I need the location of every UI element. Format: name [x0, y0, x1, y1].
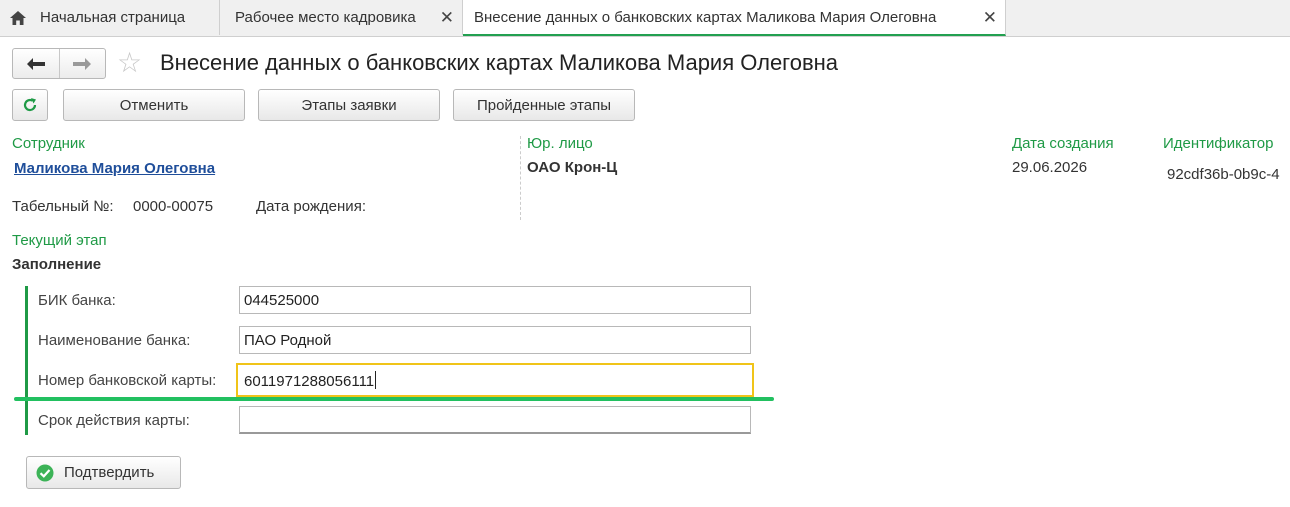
- created-date-label: Дата создания: [1012, 135, 1114, 152]
- nav-buttons: [12, 48, 106, 79]
- employee-link[interactable]: Маликова Мария Олеговна: [14, 160, 215, 177]
- tab-number-label: Табельный №:: [12, 198, 114, 215]
- close-icon[interactable]: ✕: [983, 8, 997, 28]
- tab-hr-workplace-label: Рабочее место кадровика: [235, 9, 416, 26]
- created-date-value: 29.06.2026: [1012, 159, 1088, 176]
- confirm-button[interactable]: Подтвердить: [26, 456, 181, 489]
- tab-home-label: Начальная страница: [40, 9, 186, 26]
- card-number-input[interactable]: 6011971288056111: [236, 363, 754, 397]
- cancel-button[interactable]: Отменить: [63, 89, 245, 121]
- bank-name-input[interactable]: ПАО Родной: [239, 326, 751, 354]
- tab-hr-workplace[interactable]: Рабочее место кадровика ✕: [221, 0, 463, 35]
- card-number-value: 6011971288056111: [244, 373, 375, 390]
- page-title: Внесение данных о банковских картах Мали…: [160, 50, 839, 75]
- employee-label: Сотрудник: [12, 135, 85, 152]
- birth-date-label: Дата рождения:: [256, 198, 366, 215]
- bank-name-label: Наименование банка:: [38, 332, 191, 349]
- expiry-label: Срок действия карты:: [38, 412, 190, 429]
- tab-bank-card-entry[interactable]: Внесение данных о банковских картах Мали…: [463, 0, 1006, 36]
- text-caret: [375, 371, 377, 389]
- home-icon: [10, 10, 26, 25]
- tab-bar: Начальная страница Рабочее место кадрови…: [0, 0, 1290, 37]
- expiry-input[interactable]: [239, 406, 751, 434]
- confirm-button-label: Подтвердить: [64, 464, 155, 481]
- refresh-icon: [23, 98, 37, 112]
- refresh-button[interactable]: [12, 89, 48, 121]
- bik-label: БИК банка:: [38, 292, 116, 309]
- card-number-label: Номер банковской карты:: [38, 372, 217, 389]
- highlight-underline: [14, 397, 774, 401]
- close-icon[interactable]: ✕: [440, 8, 454, 28]
- passed-stages-button[interactable]: Пройденные этапы: [453, 89, 635, 121]
- tab-bank-card-entry-label: Внесение данных о банковских картах Мали…: [474, 8, 937, 26]
- identifier-label: Идентификатор: [1163, 135, 1274, 152]
- legal-entity-value: ОАО Крон-Ц: [527, 159, 618, 176]
- forward-button[interactable]: [58, 49, 106, 78]
- favorite-star-icon[interactable]: ☆: [117, 48, 142, 78]
- check-circle-icon: [36, 464, 54, 481]
- form-group-bar: [25, 286, 28, 435]
- tab-home[interactable]: Начальная страница: [0, 0, 220, 35]
- arrow-right-icon: [73, 57, 92, 70]
- column-divider: [520, 136, 521, 220]
- request-stages-button[interactable]: Этапы заявки: [258, 89, 440, 121]
- legal-entity-label: Юр. лицо: [527, 135, 593, 152]
- arrow-left-icon: [26, 57, 45, 70]
- tab-number-value: 0000-00075: [133, 198, 214, 215]
- current-stage-label: Текущий этап: [12, 232, 107, 249]
- identifier-value: 92cdf36b-0b9c-4: [1167, 166, 1280, 183]
- current-stage-value: Заполнение: [12, 256, 102, 273]
- back-button[interactable]: [13, 49, 59, 78]
- bik-input[interactable]: 044525000: [239, 286, 751, 314]
